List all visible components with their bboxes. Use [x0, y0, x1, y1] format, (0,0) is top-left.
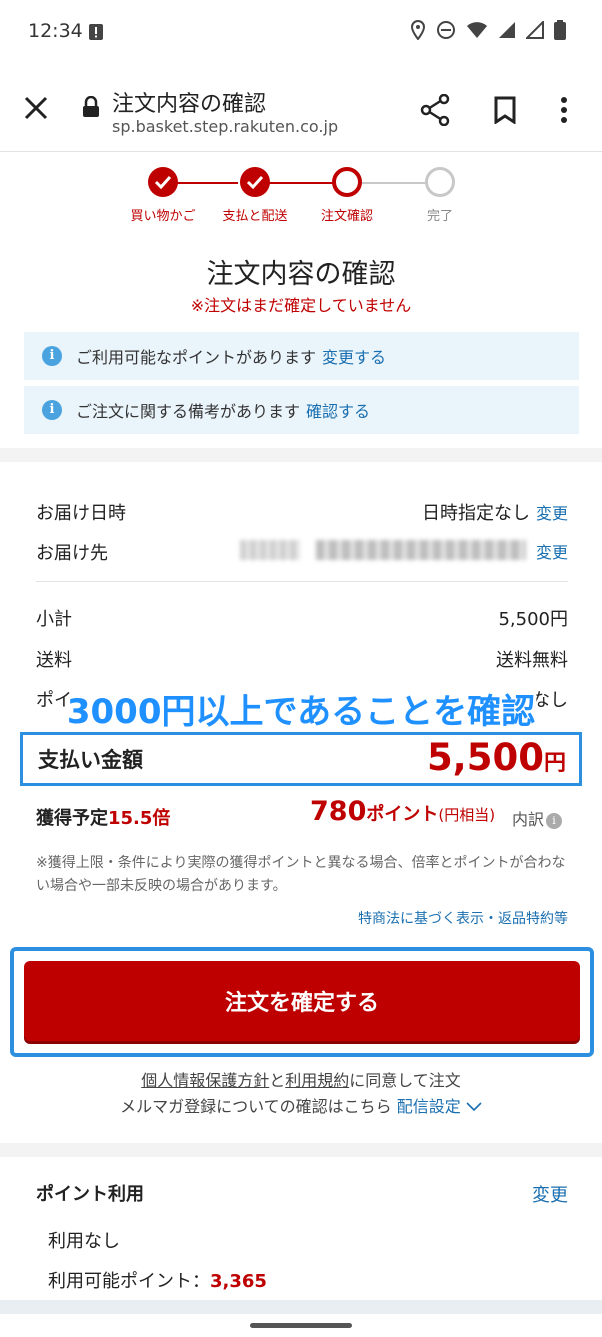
delivery-date-row: 日時指定なし 変更	[422, 499, 568, 525]
earn-label: 獲得予定	[36, 808, 108, 829]
location-icon	[410, 19, 426, 44]
redacted-address	[316, 540, 526, 560]
points-note: ※獲得上限・条件により実際の獲得ポイントと異なる場合、倍率とポイントが合わない場…	[36, 855, 566, 894]
earn-row: 獲得予定15.5倍	[36, 804, 170, 830]
more-menu-button[interactable]	[560, 96, 568, 128]
legal-notice-link[interactable]: 特商法に基づく表示・返品特約等	[358, 908, 568, 928]
divider	[36, 581, 568, 582]
points-notice: i ご利用可能なポイントがあります 変更する	[24, 332, 579, 380]
earn-points: 780ポイント(円相当)	[310, 796, 495, 827]
battery-icon	[554, 20, 566, 44]
mail-settings-label: 配信設定	[396, 1097, 461, 1116]
privacy-policy-link[interactable]: 個人情報保護方針	[141, 1071, 269, 1090]
lock-icon	[82, 95, 100, 122]
check-icon	[154, 175, 172, 189]
bookmark-button[interactable]	[494, 96, 516, 128]
step-label: 注文確認	[320, 209, 373, 224]
confirm-order-button[interactable]: 注文を確定する	[24, 961, 580, 1041]
step-label: 完了	[426, 209, 453, 224]
status-icons	[410, 19, 566, 44]
step-label: 支払と配送	[222, 209, 288, 224]
mail-text: メルマガ登録についての確認はこちら	[120, 1097, 392, 1116]
breakdown-link[interactable]: 内訳 i	[512, 806, 563, 830]
delivery-date-value: 日時指定なし	[421, 503, 530, 524]
agree-and: と	[269, 1071, 286, 1090]
change-points-link[interactable]: 変更する	[322, 344, 386, 368]
dnd-icon	[436, 20, 456, 44]
change-date-link[interactable]: 変更	[536, 504, 568, 523]
not-confirmed-warning: ※注文はまだ確定していません	[190, 296, 412, 315]
points-usage-status: 利用なし	[48, 1231, 120, 1252]
more-vert-icon	[561, 97, 567, 123]
total-amount-unit: 円	[543, 751, 566, 776]
step-connector	[176, 182, 238, 184]
available-points-row: 利用可能ポイント：3,365	[48, 1267, 267, 1293]
step-connector	[268, 182, 334, 184]
section-divider	[0, 1143, 602, 1157]
step-1-done	[148, 167, 178, 197]
annotation-overlay: 3000円以上であることを確認	[66, 692, 536, 732]
signal-icon	[498, 21, 516, 43]
available-points-label: 利用可能ポイント：	[48, 1271, 210, 1292]
redacted-name	[240, 540, 300, 560]
wifi-icon	[466, 21, 488, 43]
change-address-link[interactable]: 変更	[536, 543, 568, 562]
notification-icon	[88, 23, 104, 45]
info-icon: i	[546, 813, 563, 829]
delivery-address-row: 変更	[530, 539, 568, 563]
notice-text: ご利用可能なポイントがあります	[76, 348, 317, 367]
browser-page-title: 注文内容の確認	[112, 92, 267, 117]
agreement-text: 個人情報保護方針と利用規約に同意して注文 メルマガ登録についての確認はこちら 配…	[0, 1068, 602, 1120]
status-time: 12:34	[28, 20, 83, 42]
close-button[interactable]	[20, 95, 52, 127]
subtotal-value: 5,500円	[498, 609, 568, 630]
section-divider	[0, 448, 602, 462]
gesture-home-bar[interactable]	[250, 1323, 352, 1328]
earn-points-unit: ポイント	[366, 804, 439, 825]
points-section-title: ポイント利用	[36, 1184, 144, 1205]
browser-url[interactable]: sp.basket.step.rakuten.co.jp	[112, 117, 338, 136]
breakdown-label: 内訳	[512, 810, 545, 829]
step-connector	[362, 182, 426, 184]
step-3-current	[332, 167, 362, 197]
subtotal-label: 小計	[36, 609, 72, 630]
bookmark-icon	[494, 96, 516, 125]
earn-multiplier: 15.5倍	[108, 808, 171, 829]
page-title: 注文内容の確認	[206, 259, 396, 290]
step-2-done	[240, 167, 270, 197]
share-button[interactable]	[420, 93, 450, 130]
total-label: 支払い金額	[38, 748, 143, 772]
earn-points-sub: (円相当)	[438, 806, 496, 824]
shipping-value: 送料無料	[496, 650, 568, 671]
close-icon	[24, 96, 48, 120]
info-icon: i	[42, 346, 62, 366]
chevron-down-icon	[466, 1102, 482, 1112]
delivery-address-label: お届け先	[36, 543, 108, 564]
check-remarks-link[interactable]: 確認する	[306, 398, 370, 422]
mail-settings-link[interactable]: 配信設定	[397, 1097, 482, 1116]
step-label: 買い物かご	[130, 209, 196, 224]
agree-suffix: に同意して注文	[349, 1071, 461, 1090]
total-amount: 5,500円	[427, 736, 566, 779]
signal2-icon	[524, 19, 544, 43]
shipping-label: 送料	[36, 650, 72, 671]
available-points-value: 3,365	[210, 1271, 267, 1292]
step-4-todo	[425, 167, 455, 197]
bottom-strip	[0, 1300, 602, 1314]
earn-points-value: 780	[310, 796, 367, 827]
points-change-link[interactable]: 変更	[532, 1181, 568, 1207]
remarks-notice: i ご注文に関する備考があります 確認する	[24, 386, 579, 434]
delivery-date-label: お届け日時	[36, 503, 126, 524]
notice-text: ご注文に関する備考があります	[76, 402, 301, 421]
share-icon	[420, 93, 450, 127]
total-amount-value: 5,500	[426, 736, 544, 779]
terms-link[interactable]: 利用規約	[285, 1071, 349, 1090]
check-icon	[246, 175, 264, 189]
info-icon: i	[42, 400, 62, 420]
